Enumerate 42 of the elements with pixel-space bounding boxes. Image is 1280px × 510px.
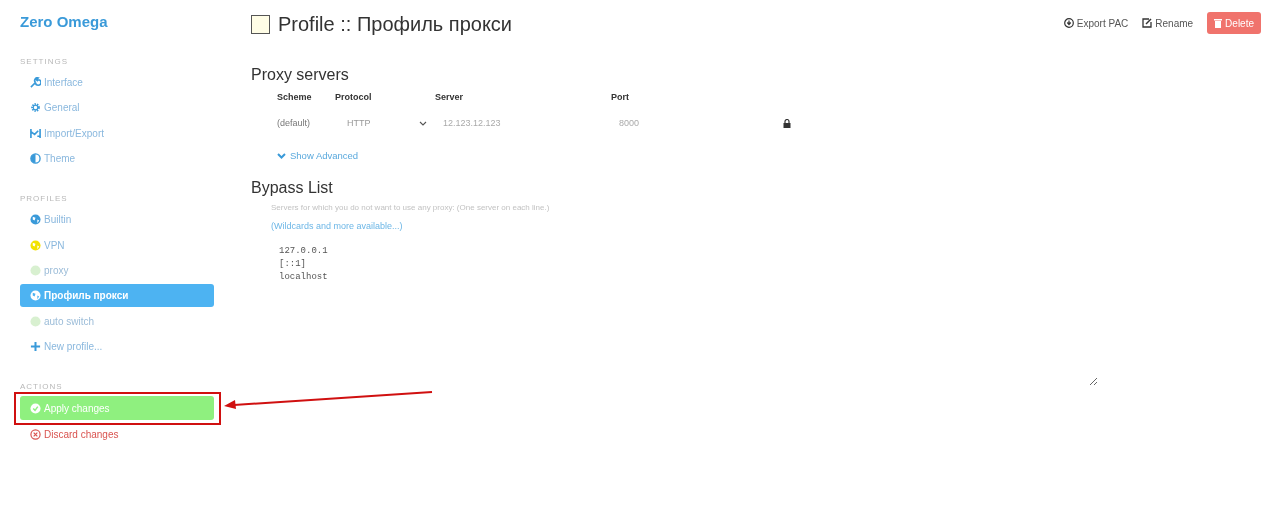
- apply-button[interactable]: Apply changes: [20, 396, 214, 421]
- plus-icon: [30, 341, 41, 353]
- sidebar-item[interactable]: VPN: [20, 233, 214, 257]
- rename-button[interactable]: Rename: [1142, 17, 1194, 29]
- section-heading: ACTIONS: [20, 382, 64, 393]
- check-circle-icon: [30, 402, 41, 414]
- sidebar-item[interactable]: General: [20, 96, 214, 120]
- chevron-down-icon: [419, 120, 427, 126]
- close-circle-icon: [30, 428, 41, 440]
- delete-button[interactable]: Delete: [1207, 12, 1261, 34]
- sidebar-item[interactable]: auto switch: [20, 309, 214, 333]
- section-heading: PROFILES: [20, 194, 69, 205]
- sidebar-item[interactable]: New profile...: [20, 335, 214, 359]
- export-pac-button[interactable]: Export PAC: [1063, 17, 1129, 29]
- sidebar-item[interactable]: Builtin: [20, 208, 214, 232]
- discard-link[interactable]: Discard changes: [20, 422, 214, 446]
- section-title: Proxy servers: [251, 66, 350, 84]
- page-title: Profile :: Профиль прокси: [278, 13, 513, 36]
- column-header: Port: [611, 92, 630, 102]
- sidebar-item[interactable]: Import/Export: [20, 121, 214, 145]
- app-title: Zero Omega: [20, 13, 109, 32]
- column-header: Server: [435, 92, 465, 102]
- sidebar-item[interactable]: Theme: [20, 147, 214, 171]
- gear-icon: [30, 102, 41, 114]
- chevron-down-icon: [277, 152, 286, 159]
- trash-icon: [1214, 18, 1223, 28]
- section-title: Bypass List: [251, 179, 334, 197]
- wildcards-link[interactable]: (Wildcards and more available...): [271, 221, 403, 231]
- column-header: Scheme: [277, 92, 313, 102]
- edit-icon: [1142, 18, 1153, 28]
- contrast-icon: [30, 153, 41, 165]
- sidebar-item[interactable]: proxy: [20, 258, 214, 282]
- table-cell-text: (default): [277, 118, 312, 128]
- column-header: Protocol: [335, 92, 373, 102]
- sidebar-item[interactable]: Interface: [20, 71, 214, 94]
- sidebar-item[interactable]: Профиль прокси: [20, 284, 214, 308]
- download-circle-icon: [1063, 18, 1074, 28]
- show-advanced-link[interactable]: Show Advanced: [277, 150, 359, 161]
- profile-color-swatch[interactable]: [251, 15, 270, 34]
- section-heading: SETTINGS: [20, 57, 69, 67]
- protocol-select[interactable]: HTTP: [335, 118, 435, 128]
- lock-icon[interactable]: [783, 119, 791, 128]
